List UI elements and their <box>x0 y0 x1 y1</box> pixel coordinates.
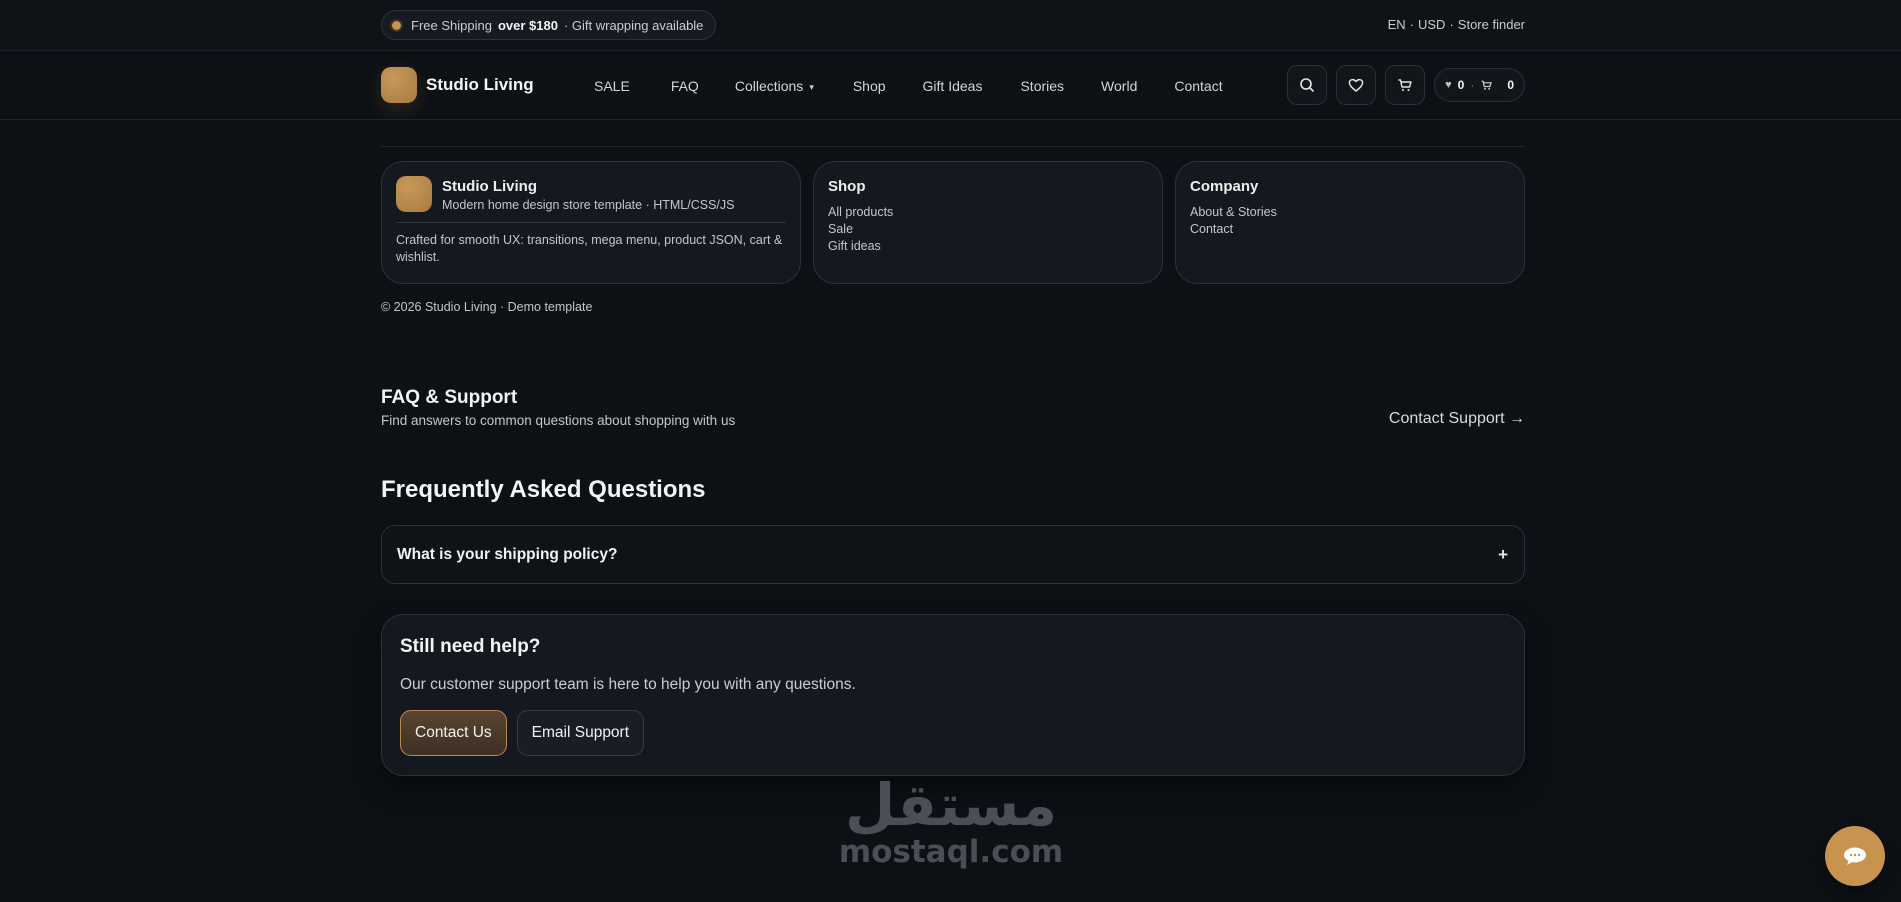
nav-item-faq[interactable]: FAQ <box>671 78 699 94</box>
faq-question: What is your shipping policy? <box>397 545 618 563</box>
watermark-arabic: مستقل <box>844 771 1059 839</box>
wishlist-count: 0 <box>1457 78 1465 92</box>
plus-icon: + <box>1498 544 1508 564</box>
chat-button[interactable] <box>1825 826 1885 886</box>
nav-item-contact[interactable]: Contact <box>1174 78 1222 94</box>
footer-brand-name: Studio Living <box>442 178 537 195</box>
company-links-card: Company About & Stories Contact <box>1175 161 1525 284</box>
cart-count: 0 <box>1507 78 1514 92</box>
separator: · <box>1470 78 1475 92</box>
wishlist-button[interactable] <box>1336 65 1377 105</box>
section-divider <box>381 146 1525 147</box>
search-icon <box>1300 78 1314 92</box>
help-text: Our customer support team is here to hel… <box>400 676 856 693</box>
nav-item-gift-ideas[interactable]: Gift Ideas <box>923 78 983 94</box>
promo-gift-text: · Gift wrapping available <box>563 17 704 33</box>
nav-item-collections-label: Collections <box>734 78 804 94</box>
promo-threshold: over $180 <box>497 17 558 33</box>
faq-accordion-item[interactable]: What is your shipping policy? + <box>381 525 1525 584</box>
cart-icon <box>1481 80 1493 90</box>
brand-card: Studio Living Modern home design store t… <box>381 161 801 284</box>
locale-links: EN · USD · Store finder <box>1388 17 1525 32</box>
shop-column-title: Shop <box>828 178 866 195</box>
wishlist-cart-counter[interactable]: ♥ 0 · 0 <box>1434 68 1525 102</box>
shipping-promo-pill: Free Shipping over $180 · Gift wrapping … <box>381 10 717 40</box>
footer-link-all-products[interactable]: All products <box>828 204 1148 221</box>
cart-icon <box>1398 79 1412 91</box>
site-header: Studio Living SALE FAQ Collections ▾ Shop… <box>0 51 1901 120</box>
footer-brand-description: Crafted for smooth UX: transitions, mega… <box>396 233 783 264</box>
cart-button[interactable] <box>1385 65 1426 105</box>
status-dot-icon <box>392 20 401 30</box>
shop-links-card: Shop All products Sale Gift ideas <box>813 161 1163 284</box>
chevron-down-icon: ▾ <box>809 82 814 92</box>
brand-logo[interactable]: Studio Living <box>381 67 534 103</box>
page-title: FAQ & Support <box>381 387 518 408</box>
page-subtitle: Find answers to common questions about s… <box>381 413 736 428</box>
nav-item-sale[interactable]: SALE <box>594 78 630 94</box>
watermark-latin: mostaql.com <box>838 834 1064 870</box>
separator: · <box>1409 17 1414 32</box>
promo-text: Free Shipping <box>411 17 492 33</box>
contact-support-link[interactable]: Contact Support → <box>1389 410 1525 428</box>
nav-item-collections[interactable]: Collections ▾ <box>735 78 814 94</box>
divider <box>396 222 786 223</box>
top-bar: Free Shipping over $180 · Gift wrapping … <box>0 0 1901 51</box>
company-column-title: Company <box>1190 178 1259 195</box>
heart-icon <box>1348 78 1364 92</box>
nav-item-shop[interactable]: Shop <box>853 78 886 94</box>
nav-item-stories[interactable]: Stories <box>1020 78 1064 94</box>
logo-mark-icon <box>396 176 432 212</box>
nav-item-world[interactable]: World <box>1101 78 1137 94</box>
copyright-text: © 2026 Studio Living · Demo template <box>381 300 593 314</box>
faq-heading: Frequently Asked Questions <box>381 476 706 503</box>
contact-us-button[interactable]: Contact Us <box>400 710 507 756</box>
search-button[interactable] <box>1287 65 1328 105</box>
store-finder-link[interactable]: Store finder <box>1458 17 1525 32</box>
footer-link-contact[interactable]: Contact <box>1190 221 1510 238</box>
main-nav: SALE FAQ Collections ▾ Shop Gift Ideas St… <box>594 78 1223 94</box>
heart-icon: ♥ <box>1445 79 1452 91</box>
header-actions: ♥ 0 · 0 <box>1287 65 1525 105</box>
chat-bubble-icon <box>1844 847 1866 865</box>
logo-mark-icon <box>381 67 417 103</box>
footer-link-about-stories[interactable]: About & Stories <box>1190 204 1510 221</box>
footer-brand-subtitle: Modern home design store template · HTML… <box>442 198 735 212</box>
watermark: مستقل mostaql.com <box>836 775 1066 869</box>
separator: · <box>1449 17 1454 32</box>
help-title: Still need help? <box>400 636 541 657</box>
brand-name: Studio Living <box>426 75 534 94</box>
currency-link[interactable]: USD <box>1418 17 1445 32</box>
footer-link-sale[interactable]: Sale <box>828 221 1148 238</box>
email-support-button[interactable]: Email Support <box>516 710 645 756</box>
footer-link-gift-ideas[interactable]: Gift ideas <box>828 238 1148 255</box>
language-link[interactable]: EN <box>1388 17 1406 32</box>
help-card: Still need help? Our customer support te… <box>381 614 1525 776</box>
